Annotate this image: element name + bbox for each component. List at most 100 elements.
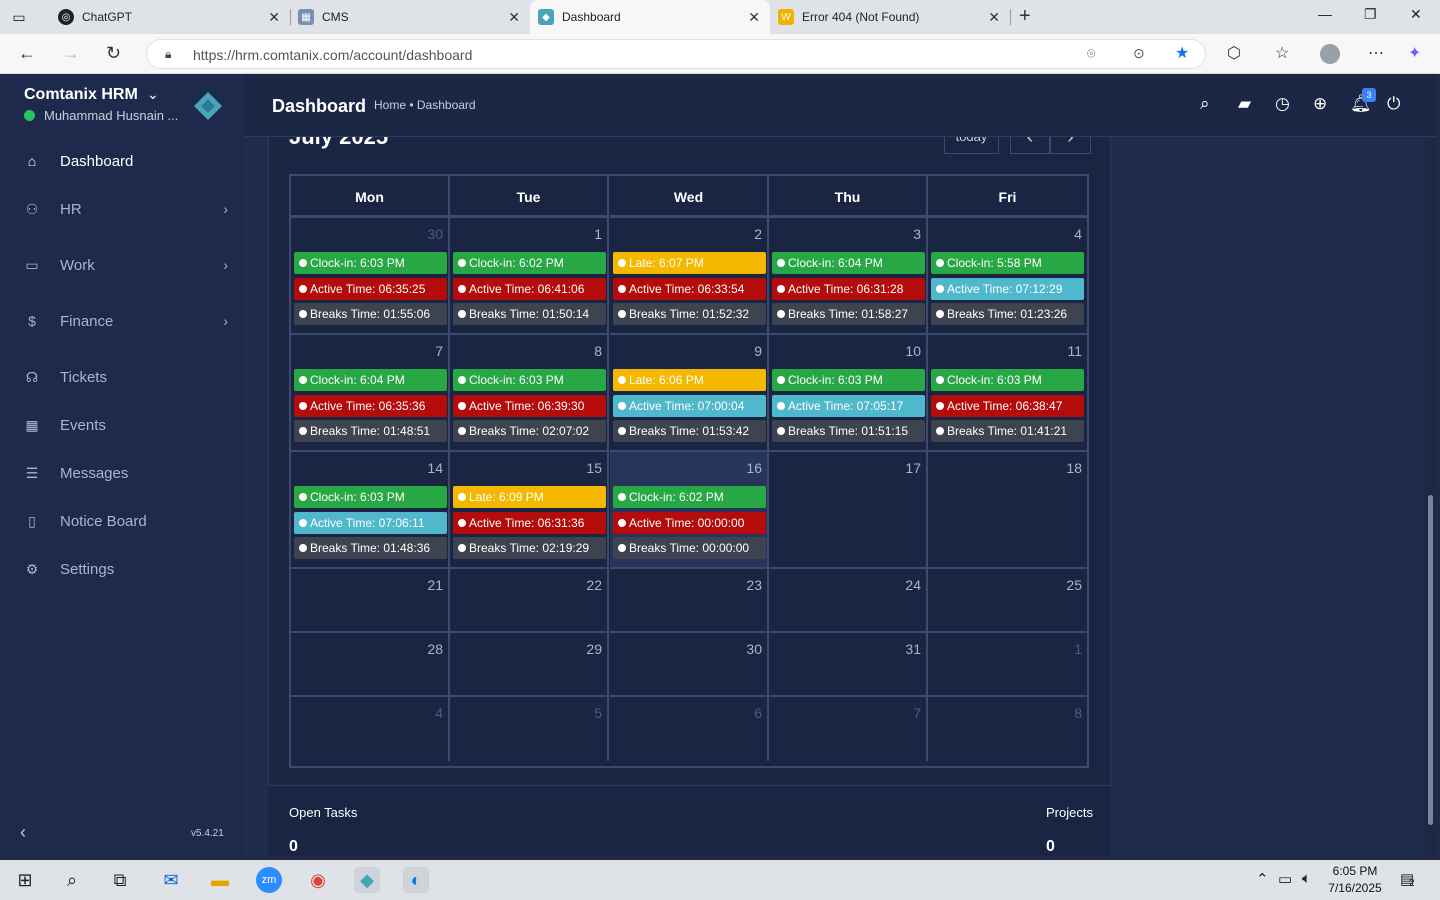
calendar-day-cell[interactable]: 4 <box>291 697 450 761</box>
search-icon[interactable]: ⌕ <box>1200 94 1210 114</box>
next-month-button[interactable]: › <box>1050 137 1091 154</box>
attendance-event[interactable]: Active Time: 06:31:36 <box>453 511 606 534</box>
calendar-day-cell[interactable]: 16 Clock-in: 6:02 PM Active Time: 00:00:00… <box>610 452 769 569</box>
calendar-day-cell[interactable]: 3 Clock-in: 6:04 PM Active Time: 06:31:28 B… <box>769 218 928 335</box>
calendar-day-cell[interactable]: 1 Clock-in: 6:02 PM Active Time: 06:41:06 B… <box>450 218 609 335</box>
url-field[interactable]: 🔒︎ https://hrm.comtanix.com/account/dash… <box>146 39 1206 69</box>
attendance-event[interactable]: Clock-in: 6:03 PM <box>294 486 447 508</box>
close-icon[interactable]: ✕ <box>508 9 520 26</box>
calendar-day-cell[interactable]: 7 <box>769 697 928 761</box>
prev-month-button[interactable]: ‹ <box>1010 137 1050 154</box>
forward-icon[interactable]: → <box>62 43 80 64</box>
attendance-event[interactable]: Breaks Time: 01:50:14 <box>453 303 606 325</box>
attendance-event[interactable]: Clock-in: 5:58 PM <box>931 252 1084 274</box>
location-icon[interactable]: ⌾ <box>1087 45 1095 62</box>
calendar-day-cell[interactable]: 10 Clock-in: 6:03 PM Active Time: 07:05:17… <box>769 335 928 452</box>
clock-icon[interactable]: ◷ <box>1275 94 1290 114</box>
notes-icon[interactable]: ▰ <box>1238 94 1251 114</box>
more-menu-icon[interactable]: ⋯ <box>1368 43 1384 63</box>
extensions-icon[interactable]: ⬡ <box>1227 43 1241 63</box>
chevron-down-icon[interactable]: ⌄ <box>147 86 159 103</box>
tab-dashboard[interactable]: ◆ Dashboard ✕ <box>530 0 770 34</box>
tab-error-404[interactable]: W Error 404 (Not Found) ✕ <box>770 0 1010 34</box>
attendance-event[interactable]: Clock-in: 6:02 PM <box>613 486 766 508</box>
url-text[interactable]: https://hrm.comtanix.com/account/dashboa… <box>193 47 472 63</box>
calendar-day-cell[interactable]: 31 <box>769 633 928 697</box>
attendance-event[interactable]: Breaks Time: 01:53:42 <box>613 420 766 442</box>
attendance-event[interactable]: Breaks Time: 01:58:27 <box>772 303 925 325</box>
calendar-day-cell[interactable]: 8 <box>928 697 1087 761</box>
attendance-event[interactable]: Clock-in: 6:03 PM <box>453 369 606 391</box>
attendance-event[interactable]: Active Time: 06:41:06 <box>453 277 606 300</box>
profile-avatar[interactable] <box>1320 44 1340 64</box>
calendar-day-cell[interactable]: 8 Clock-in: 6:03 PM Active Time: 06:39:30 B… <box>450 335 609 452</box>
breadcrumb[interactable]: Home • Dashboard <box>374 98 476 112</box>
calendar-day-cell[interactable]: 23 <box>610 569 769 633</box>
calendar-day-cell[interactable]: 17 <box>769 452 928 569</box>
attendance-event[interactable]: Breaks Time: 02:19:29 <box>453 537 606 559</box>
attendance-event[interactable]: Breaks Time: 01:51:15 <box>772 420 925 442</box>
calendar-day-cell[interactable]: 5 <box>450 697 609 761</box>
outlook-icon[interactable]: ✉ <box>158 867 184 893</box>
calendar-day-cell[interactable]: 2 Late: 6:07 PM Active Time: 06:33:54 Break… <box>610 218 769 335</box>
copilot-icon[interactable]: ✦ <box>1408 43 1421 63</box>
attendance-event[interactable]: Clock-in: 6:03 PM <box>772 369 925 391</box>
calendar-day-cell[interactable]: 11 Clock-in: 6:03 PM Active Time: 06:38:47… <box>928 335 1087 452</box>
attendance-event[interactable]: Breaks Time: 01:52:32 <box>613 303 766 325</box>
attendance-event[interactable]: Clock-in: 6:04 PM <box>772 252 925 274</box>
close-icon[interactable]: ✕ <box>988 9 1000 26</box>
brand-name[interactable]: Comtanix HRM <box>24 86 138 104</box>
attendance-event[interactable]: Active Time: 06:39:30 <box>453 394 606 417</box>
calendar-day-cell[interactable]: 30 Clock-in: 6:03 PM Active Time: 06:35:25… <box>291 218 450 335</box>
attendance-event[interactable]: Active Time: 06:31:28 <box>772 277 925 300</box>
sidebar-item-events[interactable]: ▦ Events <box>4 405 244 445</box>
volume-muted-icon[interactable]: 🔈︎ <box>1302 870 1311 887</box>
attendance-event[interactable]: Active Time: 06:35:36 <box>294 394 447 417</box>
today-button[interactable]: today <box>944 137 999 154</box>
back-icon[interactable]: ← <box>18 43 36 64</box>
calendar-day-cell[interactable]: 6 <box>610 697 769 761</box>
system-clock[interactable]: 6:05 PM 7/16/2025 <box>1320 863 1390 897</box>
calendar-day-cell[interactable]: 24 <box>769 569 928 633</box>
sidebar-item-hr[interactable]: ⚇ HR › <box>4 189 244 229</box>
minimize-icon[interactable]: — <box>1318 6 1332 22</box>
attendance-event[interactable]: Active Time: 07:12:29 <box>931 277 1084 300</box>
calendar-day-cell[interactable]: 22 <box>450 569 609 633</box>
power-icon[interactable]: ⏻ <box>1387 94 1400 114</box>
attendance-event[interactable]: Breaks Time: 01:48:36 <box>294 537 447 559</box>
close-icon[interactable]: ✕ <box>748 9 760 26</box>
tray-overflow-icon[interactable]: ⌃ <box>1256 870 1269 888</box>
search-icon[interactable]: ⌕ <box>59 867 85 893</box>
sidebar-item-settings[interactable]: ⚙ Settings <box>4 549 244 589</box>
favorite-star-icon[interactable]: ★ <box>1175 43 1189 63</box>
sidebar-item-tickets[interactable]: ☊ Tickets <box>4 357 244 397</box>
calendar-day-cell[interactable]: 30 <box>610 633 769 697</box>
attendance-event[interactable]: Breaks Time: 01:55:06 <box>294 303 447 325</box>
calendar-day-cell[interactable]: 14 Clock-in: 6:03 PM Active Time: 07:06:11… <box>291 452 450 569</box>
close-icon[interactable]: ✕ <box>268 9 280 26</box>
calendar-day-cell[interactable]: 28 <box>291 633 450 697</box>
attendance-event[interactable]: Breaks Time: 01:23:26 <box>931 303 1084 325</box>
attendance-event[interactable]: Active Time: 06:38:47 <box>931 394 1084 417</box>
edge-icon[interactable]: ◐ <box>403 867 429 893</box>
attendance-event[interactable]: Breaks Time: 01:41:21 <box>931 420 1084 442</box>
attendance-event[interactable]: Active Time: 06:35:25 <box>294 277 447 300</box>
sidebar-item-dashboard[interactable]: ⌂ Dashboard <box>4 141 244 181</box>
zoom-icon[interactable]: zm <box>256 867 282 893</box>
sidebar-item-notice-board[interactable]: ▯ Notice Board <box>4 501 244 541</box>
restore-icon[interactable]: ❐ <box>1364 6 1377 23</box>
favorites-icon[interactable]: ☆ <box>1275 43 1289 63</box>
attendance-event[interactable]: Breaks Time: 00:00:00 <box>613 537 766 559</box>
add-circle-icon[interactable]: ⊕ <box>1313 94 1327 114</box>
task-view-icon[interactable]: ⧉ <box>107 867 133 893</box>
sidebar-item-work[interactable]: ▭ Work › <box>4 245 244 285</box>
attendance-event[interactable]: Active Time: 07:06:11 <box>294 511 447 534</box>
attendance-event[interactable]: Late: 6:09 PM <box>453 486 606 508</box>
close-window-icon[interactable]: ✕ <box>1410 6 1422 23</box>
tab-chatgpt[interactable]: ◎ ChatGPT ✕ <box>50 0 290 34</box>
reader-icon[interactable]: ⊙ <box>1133 45 1145 62</box>
attendance-event[interactable]: Active Time: 00:00:00 <box>613 511 766 534</box>
reload-icon[interactable]: ↻ <box>106 43 121 64</box>
calendar-day-cell[interactable]: 25 <box>928 569 1087 633</box>
windows-start-icon[interactable]: ⊞ <box>12 867 38 893</box>
